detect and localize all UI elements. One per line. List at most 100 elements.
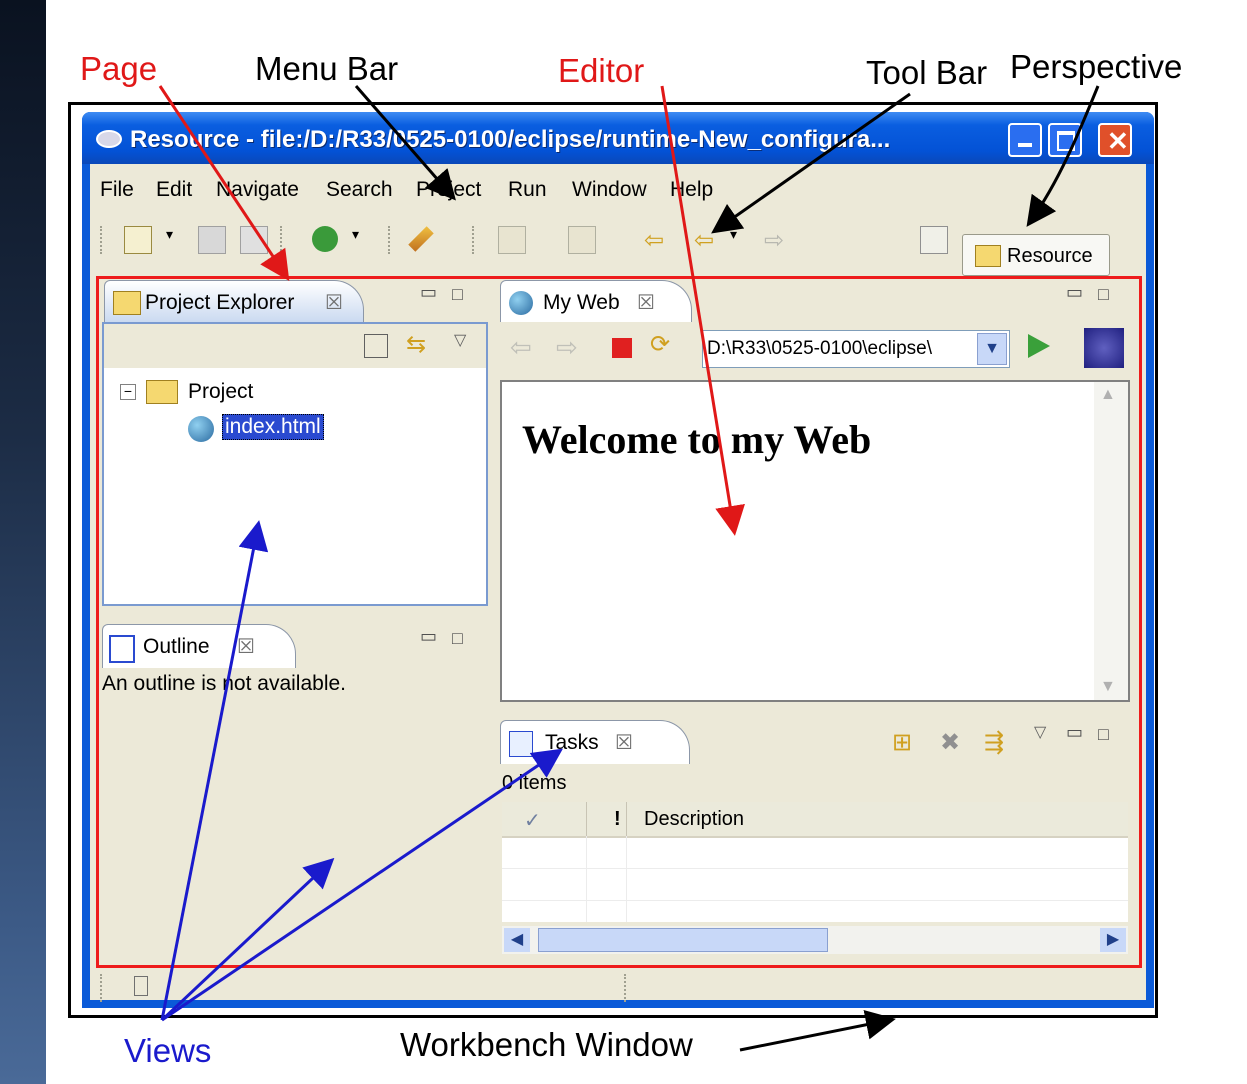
table-row	[502, 868, 1128, 869]
dropdown-icon[interactable]: ▾	[166, 226, 192, 252]
column-priority[interactable]: !	[614, 808, 621, 831]
forward-icon[interactable]: ⇨	[764, 226, 790, 254]
maximize-editor-icon[interactable]: □	[1098, 284, 1109, 305]
dropdown-icon[interactable]: ▾	[730, 226, 756, 252]
chevron-down-icon[interactable]: ▼	[977, 333, 1007, 365]
filter-icon[interactable]: ⇶	[984, 728, 1004, 757]
status-bar	[90, 972, 1146, 1002]
menu-bar: File Edit Navigate Search Project Run Wi…	[90, 168, 1146, 204]
close-button[interactable]: ✕	[1098, 123, 1132, 157]
minimize-view-icon[interactable]: ▭	[1066, 722, 1083, 743]
editor-panel: Welcome to my Web ▲ ▼	[500, 380, 1130, 702]
tree-item-project[interactable]: Project	[188, 380, 253, 404]
project-explorer-toolbar: ⇆ ▽	[104, 324, 486, 368]
url-combo[interactable]: D:\R33\0525-0100\eclipse\ ▼	[702, 330, 1010, 368]
new-task-icon[interactable]: ⊞	[892, 728, 912, 757]
annotation-tool-bar: Tool Bar	[866, 54, 988, 91]
tab-tasks[interactable]: Tasks ☒	[500, 720, 690, 764]
close-icon[interactable]: ☒	[325, 290, 343, 315]
maximize-icon	[1057, 131, 1075, 151]
previous-annotation-icon[interactable]	[568, 226, 596, 254]
fast-view-icon[interactable]	[134, 976, 148, 996]
tab-project-explorer-label: Project Explorer	[145, 291, 295, 314]
go-icon[interactable]	[1028, 334, 1050, 358]
collapse-toggle-icon[interactable]: −	[120, 384, 136, 400]
url-text[interactable]: D:\R33\0525-0100\eclipse\	[707, 338, 975, 360]
column-line	[586, 836, 587, 922]
toolbar-separator	[388, 226, 392, 254]
annotation-page: Page	[80, 50, 158, 87]
maximize-button[interactable]	[1048, 123, 1082, 157]
maximize-view-icon[interactable]: □	[452, 284, 463, 305]
scroll-up-icon[interactable]: ▲	[1100, 386, 1116, 404]
browser-toolbar: ⇦ ⇨ ⟳ D:\R33\0525-0100\eclipse\ ▼	[500, 322, 1130, 378]
scroll-right-icon[interactable]: ▶	[1100, 928, 1126, 952]
menu-project[interactable]: Project	[416, 178, 481, 202]
title-bar[interactable]: Resource - file:/D:/R33/0525-0100/eclips…	[82, 112, 1154, 164]
column-description[interactable]: Description	[644, 808, 744, 831]
menu-help[interactable]: Help	[670, 178, 713, 202]
tab-my-web[interactable]: My Web ☒	[500, 280, 692, 324]
refresh-icon[interactable]: ⟳	[650, 330, 670, 359]
toolbar-separator	[280, 226, 284, 254]
tab-project-explorer[interactable]: Project Explorer ☒	[104, 280, 364, 324]
menu-search[interactable]: Search	[326, 178, 393, 202]
scroll-down-icon[interactable]: ▼	[1100, 678, 1116, 696]
back-icon[interactable]: ⇦	[694, 226, 720, 254]
scroll-left-icon[interactable]: ◀	[504, 928, 530, 952]
web-heading: Welcome to my Web	[522, 417, 872, 462]
close-icon[interactable]: ☒	[615, 730, 633, 755]
toolbar-separator	[100, 226, 104, 254]
eclipse-browser-icon[interactable]	[1084, 328, 1124, 368]
minimize-view-icon[interactable]: ▭	[420, 626, 437, 647]
run-icon[interactable]	[312, 226, 338, 252]
menu-edit[interactable]: Edit	[156, 178, 192, 202]
column-check[interactable]: ✓	[524, 808, 541, 833]
close-icon[interactable]: ☒	[637, 290, 655, 315]
perspective-label: Resource	[1007, 245, 1093, 267]
tasks-icon	[509, 731, 533, 757]
horizontal-scrollbar[interactable]: ◀ ▶	[502, 926, 1128, 954]
menu-window[interactable]: Window	[572, 178, 647, 202]
view-menu-icon[interactable]: ▽	[1034, 722, 1046, 742]
maximize-view-icon[interactable]: □	[452, 628, 463, 649]
menu-file[interactable]: File	[100, 178, 134, 202]
annotation-views: Views	[124, 1032, 212, 1069]
new-icon[interactable]	[124, 226, 152, 254]
save-icon[interactable]	[198, 226, 226, 254]
back-icon[interactable]: ⇦	[510, 332, 532, 363]
annotation-editor: Editor	[558, 52, 645, 89]
pencil-icon[interactable]	[408, 226, 434, 252]
delete-icon[interactable]: ✖	[940, 728, 960, 757]
link-with-editor-icon[interactable]: ⇆	[406, 330, 426, 359]
maximize-view-icon[interactable]: □	[1098, 724, 1109, 745]
project-explorer-panel: ⇆ ▽ − Project index.html	[102, 322, 488, 606]
forward-icon[interactable]: ⇨	[556, 332, 578, 363]
menu-navigate[interactable]: Navigate	[216, 178, 299, 202]
stop-icon[interactable]	[612, 338, 632, 358]
outline-icon	[109, 635, 135, 663]
minimize-button[interactable]	[1008, 123, 1042, 157]
tasks-table-header: ✓ ! Description	[502, 802, 1128, 838]
print-icon[interactable]	[240, 226, 268, 254]
tree-item-index-html[interactable]: index.html	[222, 414, 324, 440]
outline-message: An outline is not available.	[102, 672, 346, 695]
column-line	[626, 836, 627, 922]
collapse-all-icon[interactable]	[364, 334, 388, 358]
open-perspective-icon[interactable]	[920, 226, 948, 254]
dropdown-icon[interactable]: ▾	[352, 226, 378, 252]
last-edit-icon[interactable]: ⇦	[644, 226, 670, 254]
close-icon[interactable]: ☒	[237, 634, 255, 659]
arrow-workbench-window	[739, 1009, 896, 1052]
menu-run[interactable]: Run	[508, 178, 547, 202]
background-band	[0, 0, 46, 1084]
perspective-resource-button[interactable]: Resource	[962, 234, 1110, 276]
minimize-editor-icon[interactable]: ▭	[1066, 282, 1083, 303]
editor-scrollbar[interactable]: ▲ ▼	[1094, 382, 1128, 700]
column-divider	[586, 802, 587, 836]
view-menu-icon[interactable]: ▽	[454, 330, 466, 350]
next-annotation-icon[interactable]	[498, 226, 526, 254]
scroll-thumb[interactable]	[538, 928, 828, 952]
minimize-view-icon[interactable]: ▭	[420, 282, 437, 303]
tab-outline[interactable]: Outline ☒	[102, 624, 296, 668]
